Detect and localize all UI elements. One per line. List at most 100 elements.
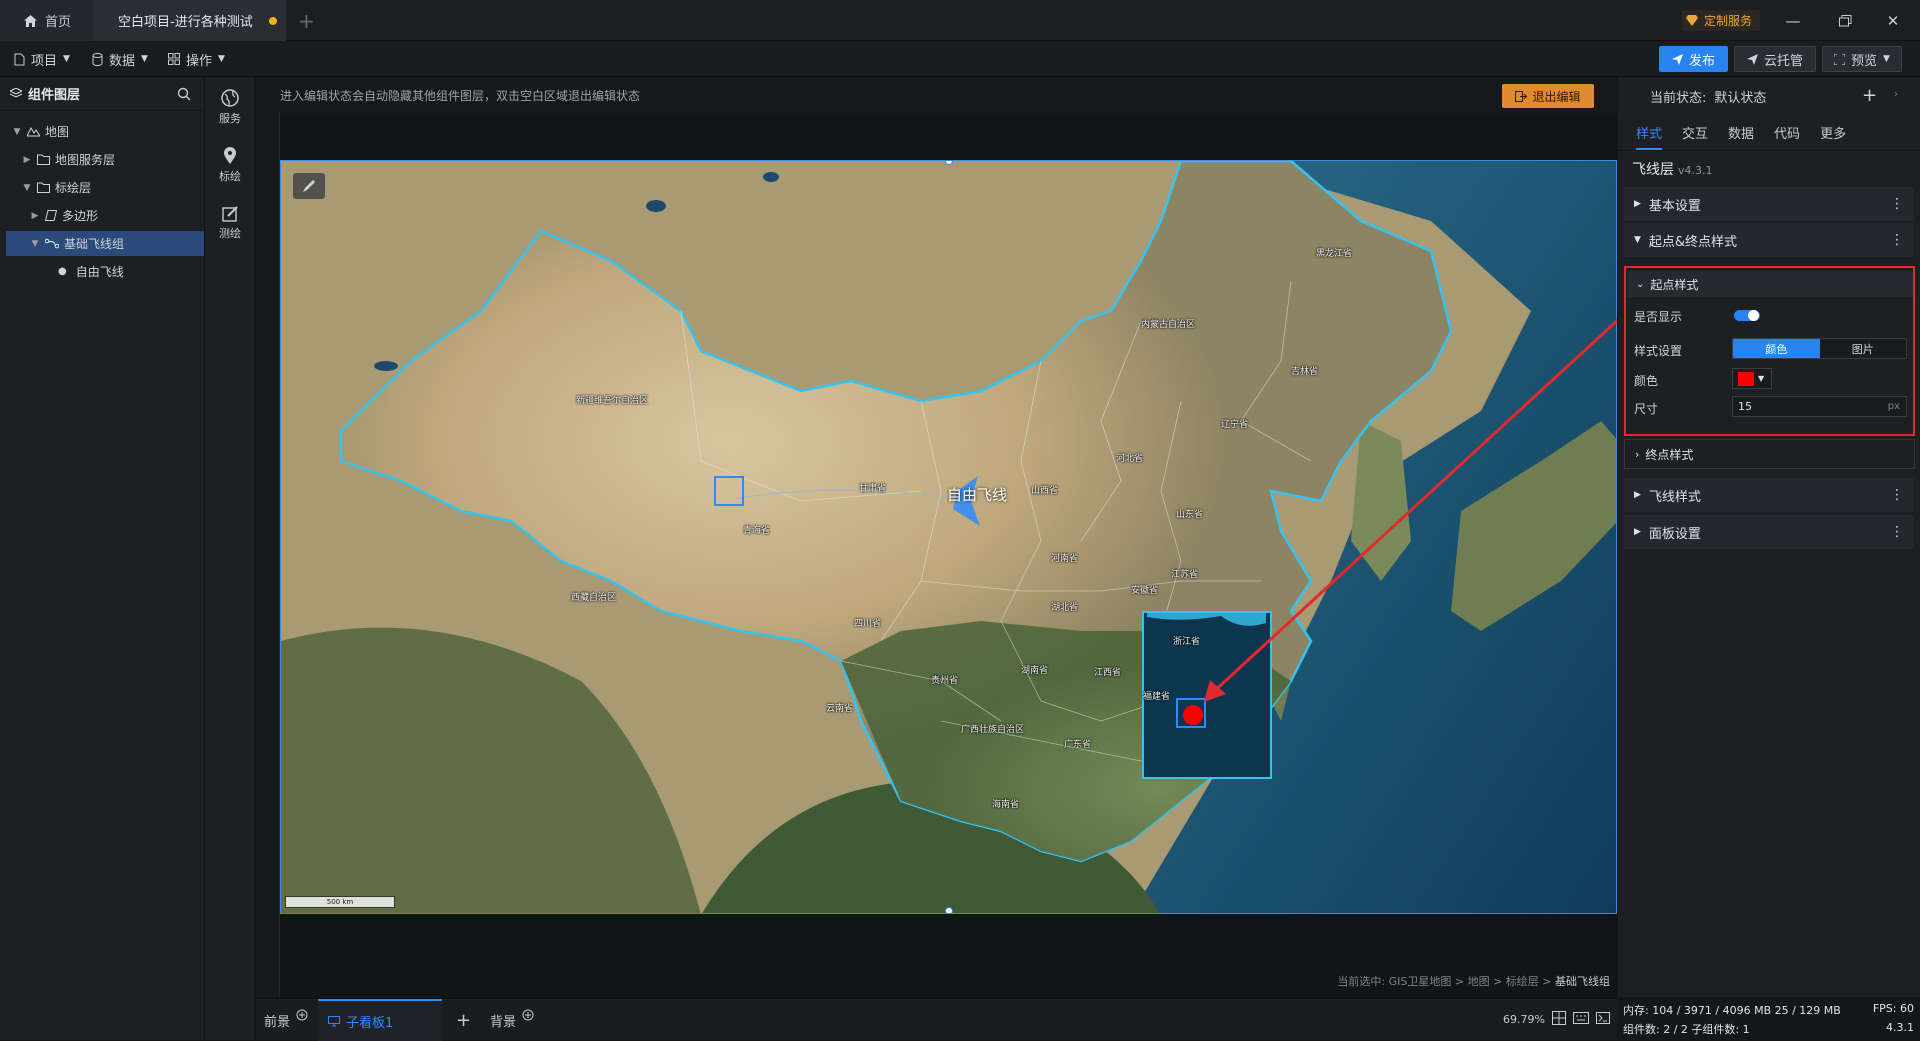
tab-home[interactable]: 首页 bbox=[0, 0, 94, 41]
more-vertical-icon[interactable]: ⋮ bbox=[1890, 232, 1904, 248]
add-state-icon[interactable]: + bbox=[1862, 85, 1877, 106]
properties-panel: 当前状态: 默认状态 + › 样式 交互 数据 代码 更多 飞线层 v4.3.1 … bbox=[1617, 77, 1920, 997]
folder-icon bbox=[37, 182, 50, 193]
tool-survey[interactable]: 测绘 bbox=[205, 205, 255, 241]
menu-project-label: 项目 bbox=[31, 53, 58, 69]
menu-operation[interactable]: 操作 ▼ bbox=[168, 41, 225, 77]
menu-operation-label: 操作 bbox=[186, 53, 213, 69]
caret-right-icon[interactable]: ▶ bbox=[30, 211, 40, 221]
resize-handle[interactable] bbox=[945, 907, 953, 913]
tab-more[interactable]: 更多 bbox=[1820, 123, 1846, 142]
tab-interaction[interactable]: 交互 bbox=[1682, 123, 1708, 142]
layer-map[interactable]: ▼ 地图 bbox=[0, 119, 205, 144]
database-icon bbox=[92, 52, 103, 66]
section-fly-style[interactable]: ▶ 飞线样式 ⋮ bbox=[1624, 478, 1914, 512]
memory-status: 内存: 104 / 3971 / 4096 MB 25 / 129 MB bbox=[1623, 1004, 1841, 1017]
layer-map-service[interactable]: ▶ 地图服务层 bbox=[0, 147, 205, 172]
tab-background[interactable]: 背景 bbox=[490, 999, 534, 1041]
search-icon[interactable] bbox=[177, 87, 191, 101]
minimize-icon[interactable]: — bbox=[1770, 0, 1816, 41]
folder-icon bbox=[37, 154, 50, 165]
add-board-icon[interactable]: + bbox=[456, 999, 471, 1041]
menu-project[interactable]: 项目 ▼ bbox=[14, 41, 70, 77]
size-value: 15 bbox=[1738, 400, 1752, 413]
more-vertical-icon[interactable]: ⋮ bbox=[1890, 196, 1904, 212]
tab-foreground[interactable]: 前景 bbox=[264, 999, 308, 1041]
more-vertical-icon[interactable]: ⋮ bbox=[1890, 524, 1904, 540]
caret-right-icon: ▶ bbox=[1634, 490, 1641, 500]
more-vertical-icon[interactable]: ⋮ bbox=[1890, 487, 1904, 503]
add-circle-icon[interactable] bbox=[522, 1009, 534, 1021]
layer-label: 多边形 bbox=[62, 209, 99, 223]
layer-plot[interactable]: ▼ 标绘层 bbox=[0, 175, 205, 200]
start-style-group: ⌄ 起点样式 是否显示 样式设置 颜色 图片 颜色 ▼ 尺寸 15 px bbox=[1624, 266, 1915, 436]
grid-icon bbox=[168, 53, 180, 65]
section-panel-settings[interactable]: ▶ 面板设置 ⋮ bbox=[1624, 515, 1914, 549]
exit-edit-label: 退出编辑 bbox=[1532, 89, 1581, 104]
layers-title: 组件图层 bbox=[28, 88, 81, 103]
tab-background-label: 背景 bbox=[490, 1014, 517, 1030]
layer-polygon[interactable]: ▶ 多边形 bbox=[0, 203, 205, 228]
publish-button[interactable]: 发布 bbox=[1659, 46, 1728, 72]
tab-style[interactable]: 样式 bbox=[1636, 123, 1663, 150]
cloud-host-label: 云托管 bbox=[1763, 53, 1803, 69]
restore-icon[interactable] bbox=[1822, 0, 1868, 41]
start-style-header[interactable]: ⌄ 起点样式 bbox=[1628, 271, 1913, 297]
tab-code[interactable]: 代码 bbox=[1774, 123, 1800, 142]
state-label: 当前状态: bbox=[1650, 90, 1707, 106]
close-icon[interactable]: ✕ bbox=[1870, 0, 1916, 41]
style-color-option[interactable]: 颜色 bbox=[1733, 339, 1820, 358]
section-basic[interactable]: ▶ 基本设置 ⋮ bbox=[1624, 187, 1914, 221]
tab-data[interactable]: 数据 bbox=[1728, 123, 1754, 142]
end-style-header[interactable]: › 终点样式 bbox=[1624, 439, 1915, 469]
preview-button[interactable]: 预览 ▼ bbox=[1822, 46, 1902, 72]
layers-panel: 组件图层 ▼ 地图 ▶ 地图服务层 ▼ 标绘层 ▶ 多边形 ▼ 基础飞线组 ● … bbox=[0, 77, 205, 1040]
tool-plot[interactable]: 标绘 bbox=[205, 147, 255, 184]
terminal-icon[interactable] bbox=[1596, 1012, 1610, 1024]
annotation-arrow-icon bbox=[1204, 316, 1622, 702]
tab-home-label: 首页 bbox=[45, 15, 72, 30]
state-value[interactable]: 默认状态 bbox=[1714, 87, 1766, 106]
tab-project[interactable]: 空白项目-进行各种测试 bbox=[94, 0, 286, 41]
send-icon bbox=[1746, 53, 1758, 65]
layer-flyline-group[interactable]: ▼ 基础飞线组 bbox=[6, 231, 204, 256]
layer-free-flyline[interactable]: ● 自由飞线 bbox=[0, 259, 205, 284]
tool-service[interactable]: 服务 bbox=[205, 89, 255, 126]
component-count: 组件数: 2 / 2 子组件数: 1 bbox=[1623, 1023, 1750, 1036]
map-pin-icon bbox=[223, 147, 237, 165]
caret-down-icon[interactable]: ▼ bbox=[12, 127, 22, 137]
menu-data[interactable]: 数据 ▼ bbox=[92, 41, 148, 77]
color-label: 颜色 bbox=[1634, 374, 1659, 388]
fullscreen-icon bbox=[1834, 53, 1846, 65]
layer-label: 基础飞线组 bbox=[64, 237, 125, 251]
menu-data-label: 数据 bbox=[109, 53, 136, 69]
publish-label: 发布 bbox=[1688, 53, 1715, 69]
caret-down-icon[interactable]: ▼ bbox=[30, 239, 40, 249]
exit-edit-button[interactable]: 退出编辑 bbox=[1502, 84, 1594, 108]
caret-right-icon: ▶ bbox=[1634, 527, 1641, 537]
add-circle-icon[interactable] bbox=[296, 1009, 308, 1021]
style-segmented-control: 颜色 图片 bbox=[1732, 338, 1907, 359]
color-picker[interactable]: ▼ bbox=[1732, 368, 1772, 389]
flyline-endpoint-box[interactable] bbox=[714, 476, 744, 506]
fit-screen-icon[interactable] bbox=[1552, 1011, 1566, 1025]
flyline-label: 自由飞线 bbox=[947, 486, 1008, 504]
bullet-icon: ● bbox=[58, 266, 67, 277]
add-tab-icon[interactable]: + bbox=[298, 0, 318, 41]
tab-sub-board[interactable]: 子看板1 bbox=[318, 999, 442, 1041]
status-bar: 内存: 104 / 3971 / 4096 MB 25 / 129 MB FPS… bbox=[1617, 997, 1920, 1040]
caret-right-icon[interactable]: ▶ bbox=[22, 155, 32, 165]
cloud-host-button[interactable]: 云托管 bbox=[1734, 46, 1816, 72]
custom-service-label: 定制服务 bbox=[1704, 14, 1753, 28]
size-input[interactable]: 15 px bbox=[1732, 396, 1907, 417]
section-start-end[interactable]: ▼ 起点&终点样式 ⋮ bbox=[1624, 223, 1914, 257]
keyboard-icon[interactable] bbox=[1573, 1012, 1589, 1024]
caret-down-icon[interactable]: ▼ bbox=[22, 183, 32, 193]
zoom-level[interactable]: 69.79% bbox=[1503, 1013, 1545, 1026]
custom-service-button[interactable]: 定制服务 bbox=[1682, 10, 1761, 31]
chevron-right-icon[interactable]: › bbox=[1894, 89, 1898, 100]
start-style-label: 起点样式 bbox=[1650, 277, 1699, 292]
show-toggle[interactable] bbox=[1734, 310, 1760, 321]
component-name: 飞线层 bbox=[1632, 162, 1674, 178]
style-image-option[interactable]: 图片 bbox=[1819, 339, 1906, 358]
